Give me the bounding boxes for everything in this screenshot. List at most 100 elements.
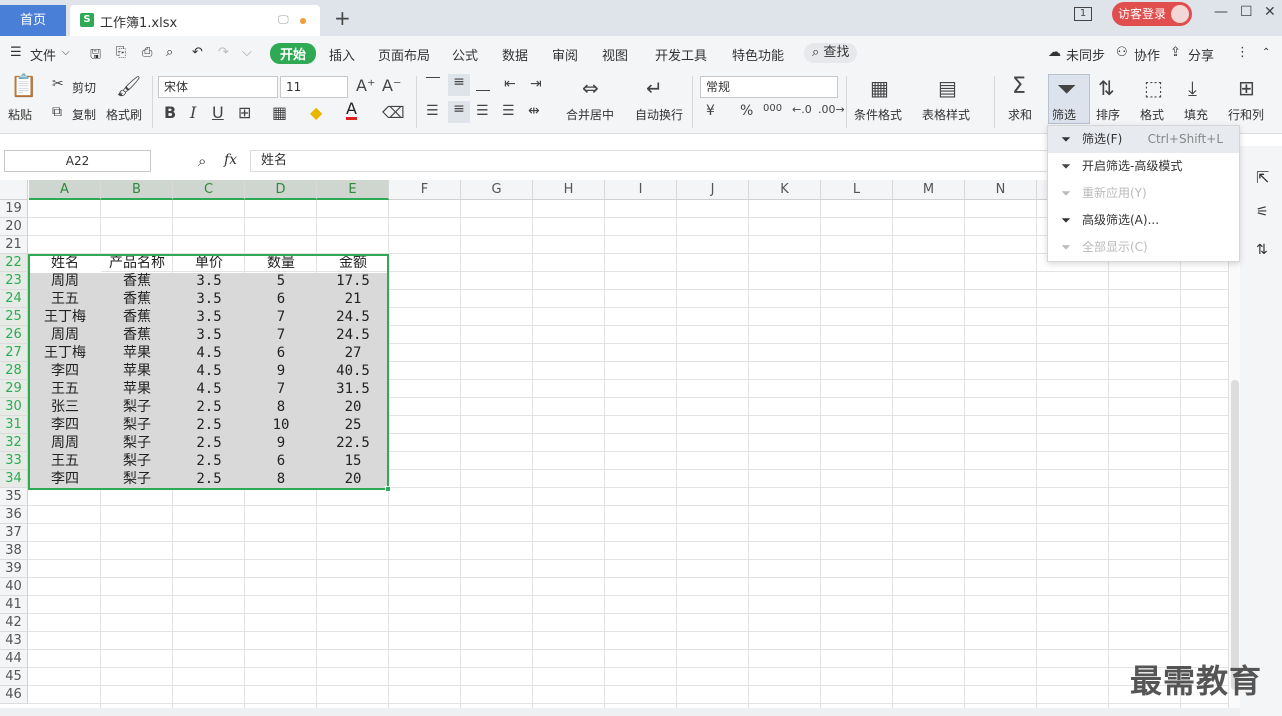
thousands-button[interactable]: 000 [763, 103, 782, 114]
column-header-j[interactable]: J [677, 180, 749, 200]
name-box[interactable]: A22 [4, 150, 151, 172]
row-header-30[interactable]: 30 [0, 398, 28, 416]
filter-button[interactable]: ⏷ 筛选 [1048, 74, 1090, 124]
column-header-a[interactable]: A [29, 180, 101, 200]
row-header-39[interactable]: 39 [0, 560, 28, 578]
filter-menu-item-1[interactable]: ⏷ 开启筛选-高级模式 [1048, 153, 1239, 180]
row-header-27[interactable]: 27 [0, 344, 28, 362]
decrease-font-icon[interactable]: A⁻ [382, 76, 401, 95]
maximize-button[interactable]: ☐ [1240, 4, 1253, 20]
cut-button[interactable]: 剪切 [72, 79, 96, 96]
fx-button[interactable]: fx [224, 152, 237, 168]
menu-item-view[interactable]: 视图 [602, 45, 628, 64]
search-box[interactable]: ⌕ 查找 [804, 43, 858, 63]
new-tab-button[interactable]: + [334, 6, 351, 30]
menu-file[interactable]: 文件 [30, 45, 56, 64]
wrap-button[interactable]: 自动换行 [635, 106, 683, 123]
align-top-icon[interactable]: ⎺ [426, 76, 440, 92]
percent-button[interactable]: % [740, 103, 753, 119]
menu-item-developer[interactable]: 开发工具 [655, 45, 707, 64]
row-header-28[interactable]: 28 [0, 362, 28, 380]
fill-handle[interactable] [385, 486, 391, 492]
fill-button[interactable]: 填充 [1184, 106, 1208, 123]
row-header-25[interactable]: 25 [0, 308, 28, 326]
row-header-36[interactable]: 36 [0, 506, 28, 524]
format-button[interactable]: 格式 [1140, 106, 1164, 123]
menu-item-data[interactable]: 数据 [502, 45, 528, 64]
sort-button[interactable]: 排序 [1096, 106, 1120, 123]
settings-sliders-icon[interactable]: ⚟ [1256, 204, 1269, 220]
menu-item-start[interactable]: 开始 [270, 43, 317, 64]
share-button[interactable]: 分享 [1188, 45, 1214, 64]
login-button[interactable]: 访客登录 [1112, 2, 1192, 26]
align-middle-icon[interactable]: ≡ [448, 74, 470, 96]
number-format-select[interactable]: 常规 [700, 76, 838, 98]
italic-button[interactable]: I [190, 103, 196, 122]
pointer-icon[interactable]: ⇱ [1256, 168, 1269, 187]
print-preview-icon[interactable]: ⌕ [166, 45, 173, 60]
font-color-icon[interactable]: A [346, 101, 357, 120]
column-header-d[interactable]: D [245, 180, 317, 200]
row-header-29[interactable]: 29 [0, 380, 28, 398]
row-header-42[interactable]: 42 [0, 614, 28, 632]
column-header-k[interactable]: K [749, 180, 821, 200]
menu-item-review[interactable]: 审阅 [552, 45, 578, 64]
underline-button[interactable]: U [212, 103, 224, 122]
column-header-i[interactable]: I [605, 180, 677, 200]
column-header-e[interactable]: E [317, 180, 389, 200]
column-header-h[interactable]: H [533, 180, 605, 200]
sync-button[interactable]: 未同步 [1066, 45, 1105, 64]
justify-icon[interactable]: ☰ [502, 103, 515, 119]
paste-icon[interactable]: 📋 [10, 74, 37, 99]
table-style-button[interactable]: 表格样式 [922, 106, 970, 123]
undo-icon[interactable]: ↶ [192, 45, 203, 60]
cell-style-icon[interactable]: ▦ [272, 103, 287, 122]
row-header-35[interactable]: 35 [0, 488, 28, 506]
row-header-40[interactable]: 40 [0, 578, 28, 596]
row-header-19[interactable]: 19 [0, 200, 28, 218]
menu-item-features[interactable]: 特色功能 [732, 45, 784, 64]
row-header-31[interactable]: 31 [0, 416, 28, 434]
menu-item-insert[interactable]: 插入 [329, 45, 355, 64]
redo-icon[interactable]: ↷ [218, 45, 229, 60]
font-family-select[interactable]: 宋体 [158, 76, 278, 98]
indent-increase-icon[interactable]: ⇥ [530, 76, 542, 92]
border-icon[interactable]: ⊞ [238, 103, 251, 122]
row-header-26[interactable]: 26 [0, 326, 28, 344]
save-icon[interactable]: 🖫 [90, 45, 101, 67]
collapse-ribbon-icon[interactable]: ⌃ [1262, 47, 1270, 58]
column-header-l[interactable]: L [821, 180, 893, 200]
row-header-43[interactable]: 43 [0, 632, 28, 650]
align-left-icon[interactable]: ☰ [426, 103, 439, 119]
page-count-badge[interactable]: 1 [1074, 7, 1092, 21]
print-icon[interactable]: ⎙ [142, 45, 152, 60]
sum-button[interactable]: 求和 [1008, 106, 1032, 123]
font-size-select[interactable]: 11 [280, 76, 348, 98]
column-header-c[interactable]: C [173, 180, 245, 200]
merge-button[interactable]: 合并居中 [566, 106, 614, 123]
scrollbar-thumb[interactable] [1231, 380, 1239, 690]
align-center-icon[interactable]: ≡ [448, 101, 470, 123]
row-header-44[interactable]: 44 [0, 650, 28, 668]
row-header-46[interactable]: 46 [0, 686, 28, 704]
column-header-f[interactable]: F [389, 180, 461, 200]
tab-home[interactable]: 首页 [0, 5, 66, 36]
panel-tool-icon[interactable]: ⇅ [1256, 242, 1268, 258]
increase-font-icon[interactable]: A⁺ [356, 76, 375, 95]
minimize-button[interactable]: — [1214, 4, 1228, 20]
align-right-icon[interactable]: ☰ [476, 103, 489, 119]
paste-button[interactable]: 粘贴 [8, 106, 32, 123]
fill-color-icon[interactable]: ◆ [310, 103, 322, 122]
filter-menu-item-3[interactable]: ⏷ 高级筛选(A)... [1048, 207, 1239, 234]
horizontal-scrollbar[interactable] [0, 708, 1240, 716]
row-header-32[interactable]: 32 [0, 434, 28, 452]
bold-button[interactable]: B [164, 103, 176, 122]
column-header-m[interactable]: M [893, 180, 965, 200]
distribute-icon[interactable]: ⇹ [528, 103, 540, 119]
increase-decimal-icon[interactable]: ←.0 [792, 103, 812, 116]
row-header-34[interactable]: 34 [0, 470, 28, 488]
column-header-g[interactable]: G [461, 180, 533, 200]
menu-item-formula[interactable]: 公式 [452, 45, 478, 64]
select-all-corner[interactable] [0, 180, 28, 200]
row-header-33[interactable]: 33 [0, 452, 28, 470]
